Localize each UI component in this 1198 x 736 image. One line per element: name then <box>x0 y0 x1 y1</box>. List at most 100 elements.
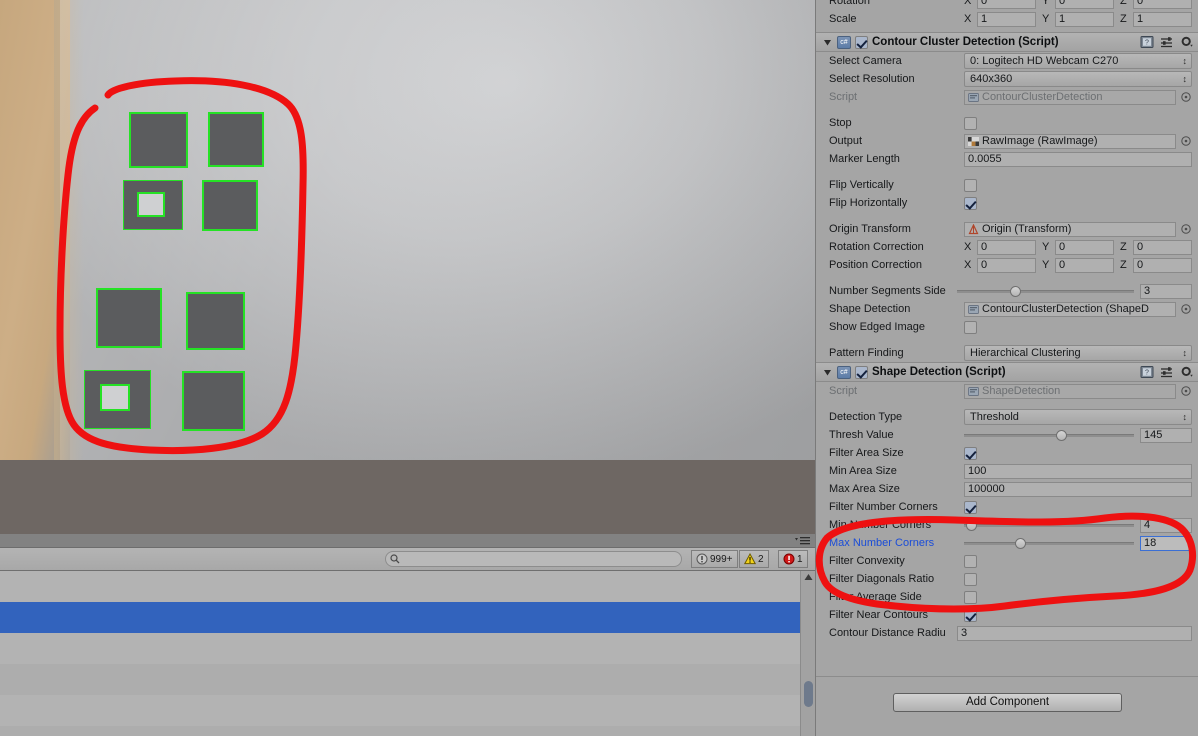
number-segments-side-slider[interactable] <box>957 284 1134 298</box>
component-header-contour-cluster-detection-script[interactable]: c# Contour Cluster Detection (Script)? <box>816 32 1198 52</box>
select-resolution-dropdown[interactable]: 640x360 <box>964 71 1192 87</box>
thresh-value-value-field[interactable]: 145 <box>1140 427 1192 443</box>
detection-type-dropdown[interactable]: Threshold <box>964 409 1192 425</box>
filter-number-corners-row: Filter Number Corners <box>816 498 1198 516</box>
filter-number-corners-checkbox[interactable] <box>964 500 977 514</box>
rotation-correction-row-y-field[interactable]: 0 <box>1055 239 1114 255</box>
add-component-button[interactable]: Add Component <box>893 693 1122 712</box>
object-picker-icon[interactable] <box>1180 135 1192 147</box>
gear-icon[interactable] <box>1180 365 1194 379</box>
row-label: Scale <box>829 13 857 25</box>
min-number-corners-value-field[interactable]: 4 <box>1140 517 1192 533</box>
filter-near-contours-checkbox[interactable] <box>964 608 977 622</box>
contour-distance-radiu-field[interactable]: 3 <box>957 625 1192 641</box>
filter-area-size-checkbox[interactable] <box>964 446 977 460</box>
transform-rotation-row-y-field[interactable]: 0 <box>1055 0 1114 9</box>
axis-label-z: Z <box>1120 0 1127 7</box>
transform-scale-row-z-field[interactable]: 1 <box>1133 11 1192 27</box>
position-correction-row-y-field[interactable]: 0 <box>1055 257 1114 273</box>
preset-sliders-icon[interactable] <box>1160 365 1174 379</box>
transform-rotation-row-x-field[interactable]: 0 <box>977 0 1036 9</box>
object-picker-icon[interactable] <box>1180 303 1192 315</box>
origin-transform-object-field[interactable]: Origin (Transform) <box>964 221 1176 237</box>
position-correction-row-z-field[interactable]: 0 <box>1133 257 1192 273</box>
filter-convexity-checkbox[interactable] <box>964 554 977 568</box>
inspector-content: Rotation X 0 Y 0 Z 0 Scale X 1 Y 1 Z 1 c# Contour Clust… <box>816 0 1198 642</box>
select-camera-dropdown[interactable]: 0: Logitech HD Webcam C270 <box>964 53 1192 69</box>
min-number-corners-slider[interactable] <box>964 518 1134 532</box>
preset-sliders-icon[interactable] <box>1160 35 1174 49</box>
object-picker-icon[interactable] <box>1180 223 1192 235</box>
max-area-size-row: Max Area Size 100000 <box>816 480 1198 498</box>
component-header-shape-detection-script[interactable]: c# Shape Detection (Script)? <box>816 362 1198 382</box>
console-row[interactable] <box>0 695 800 726</box>
inspector-panel: Rotation X 0 Y 0 Z 0 Scale X 1 Y 1 Z 1 c# Contour Clust… <box>815 0 1198 736</box>
console-error-count-chip[interactable]: 1 <box>778 550 808 568</box>
marker-length-label: Marker Length <box>829 153 900 165</box>
object-field-value: ContourClusterDetection (ShapeD <box>982 302 1149 315</box>
console-scrollbar[interactable] <box>800 571 815 736</box>
thresh-value-slider[interactable] <box>964 428 1134 442</box>
transform-rotation-row-z-field[interactable]: 0 <box>1133 0 1192 9</box>
panel-menu-icon[interactable] <box>793 535 811 546</box>
object-picker-icon[interactable] <box>1180 385 1192 397</box>
scroll-up-arrow-icon[interactable] <box>803 572 814 583</box>
rotation-correction-row-x-field[interactable]: 0 <box>977 239 1036 255</box>
console-row[interactable] <box>0 726 800 736</box>
console-warning-count-chip[interactable]: 2 <box>739 550 769 568</box>
flip-vertically-checkbox[interactable] <box>964 178 977 192</box>
component-enabled-checkbox[interactable] <box>855 365 868 379</box>
console-row-selected[interactable] <box>0 602 800 633</box>
slider-knob[interactable] <box>1055 429 1067 441</box>
filter-diagonals-ratio-checkbox[interactable] <box>964 572 977 586</box>
gear-icon[interactable] <box>1180 35 1194 49</box>
max-number-corners-slider[interactable] <box>964 536 1134 550</box>
transform-scale-row-y-field[interactable]: 1 <box>1055 11 1114 27</box>
slider-track <box>964 433 1134 437</box>
filter-area-size-label: Filter Area Size <box>829 447 904 459</box>
console-info-count-chip[interactable]: 999+ <box>691 550 738 568</box>
stop-checkbox[interactable] <box>964 116 977 130</box>
component-title: Shape Detection (Script) <box>872 366 1006 378</box>
script-object-field[interactable]: ContourClusterDetection <box>964 89 1176 105</box>
foldout-triangle-icon[interactable] <box>822 367 833 378</box>
component-enabled-checkbox[interactable] <box>855 35 868 49</box>
number-segments-side-label: Number Segments Side <box>829 285 946 297</box>
rotation-correction-row-z-field[interactable]: 0 <box>1133 239 1192 255</box>
slider-knob[interactable] <box>1010 285 1022 297</box>
row-spacer <box>816 274 1198 282</box>
script-object-field[interactable]: ShapeDetection <box>964 383 1176 399</box>
info-icon <box>696 553 708 565</box>
filter-average-side-checkbox[interactable] <box>964 590 977 604</box>
detected-marker <box>123 180 183 230</box>
console-info-count: 999+ <box>710 553 733 565</box>
pattern-finding-dropdown[interactable]: Hierarchical Clustering <box>964 345 1192 361</box>
game-view-panel[interactable] <box>0 0 815 534</box>
number-segments-side-value-field[interactable]: 3 <box>1140 283 1192 299</box>
marker-length-field[interactable]: 0.0055 <box>964 151 1192 167</box>
row-spacer <box>816 336 1198 344</box>
slider-knob[interactable] <box>965 519 977 531</box>
min-area-size-field[interactable]: 100 <box>964 463 1192 479</box>
shape-detection-object-field[interactable]: ContourClusterDetection (ShapeD <box>964 301 1176 317</box>
transform-scale-row-x-field[interactable]: 1 <box>977 11 1036 27</box>
flip-horizontally-checkbox[interactable] <box>964 196 977 210</box>
max-area-size-field[interactable]: 100000 <box>964 481 1192 497</box>
max-number-corners-value-field[interactable]: 18 <box>1140 535 1192 551</box>
console-row[interactable] <box>0 664 800 695</box>
axis-label-y: Y <box>1042 241 1050 253</box>
slider-knob[interactable] <box>1015 537 1027 549</box>
console-row[interactable] <box>0 571 800 602</box>
position-correction-row: Position Correction X 0 Y 0 Z 0 <box>816 256 1198 274</box>
position-correction-row-x-field[interactable]: 0 <box>977 257 1036 273</box>
help-book-icon[interactable]: ? <box>1140 365 1154 379</box>
console-message-list[interactable] <box>0 571 800 736</box>
console-row[interactable] <box>0 633 800 664</box>
foldout-triangle-icon[interactable] <box>822 37 833 48</box>
console-search-input[interactable] <box>385 551 682 567</box>
show-edged-image-checkbox[interactable] <box>964 320 977 334</box>
console-scrollbar-thumb[interactable] <box>804 681 813 707</box>
output-object-field[interactable]: RawImage (RawImage) <box>964 133 1176 149</box>
help-book-icon[interactable]: ? <box>1140 35 1154 49</box>
object-picker-icon[interactable] <box>1180 91 1192 103</box>
